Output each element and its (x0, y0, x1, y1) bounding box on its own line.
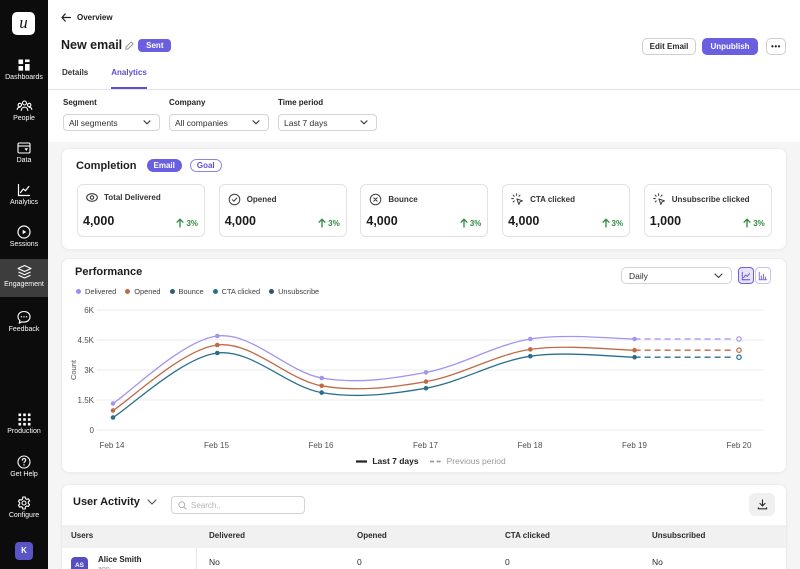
svg-text:Feb 19: Feb 19 (622, 441, 647, 450)
svg-text:Feb 17: Feb 17 (413, 441, 438, 450)
svg-text:Feb 16: Feb 16 (309, 441, 334, 450)
svg-text:Feb 20: Feb 20 (727, 441, 752, 450)
svg-text:0: 0 (90, 426, 95, 435)
svg-text:Feb 14: Feb 14 (100, 441, 125, 450)
svg-text:Feb 18: Feb 18 (518, 441, 543, 450)
svg-text:6K: 6K (84, 306, 94, 315)
svg-text:1.5K: 1.5K (78, 396, 95, 405)
svg-text:Count: Count (69, 359, 78, 380)
svg-text:4.5K: 4.5K (78, 336, 95, 345)
svg-text:Feb 15: Feb 15 (204, 441, 229, 450)
svg-text:3K: 3K (84, 366, 94, 375)
